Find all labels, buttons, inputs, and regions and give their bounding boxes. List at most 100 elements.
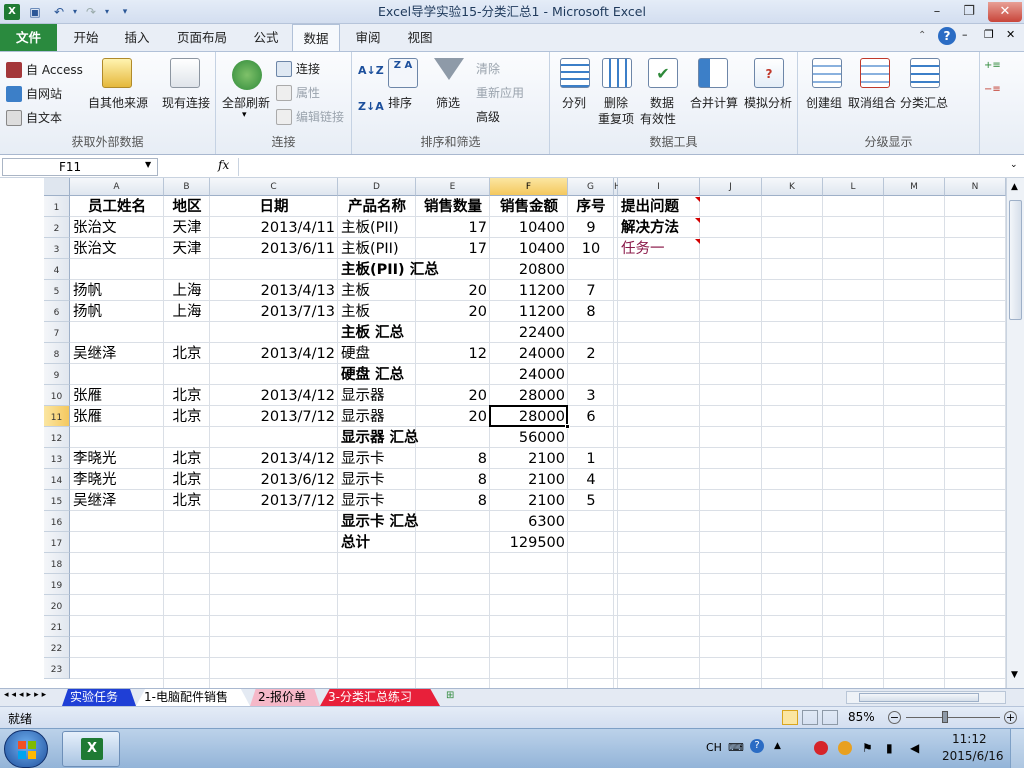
name-box[interactable]: F11 [2, 158, 158, 176]
cell-D6[interactable]: 主板 [338, 301, 416, 322]
group-button[interactable]: 创建组 [806, 94, 842, 111]
sheet-tab-sales[interactable]: 1-电脑配件销售 [136, 689, 250, 706]
cell-E6[interactable]: 20 [416, 301, 490, 322]
cell-E10[interactable]: 20 [416, 385, 490, 406]
cell-F10[interactable]: 28000 [490, 385, 568, 406]
tab-formulas[interactable]: 公式 [242, 24, 290, 51]
row-header-16[interactable]: 16 [44, 511, 70, 532]
start-button[interactable] [4, 730, 48, 768]
cell-I1[interactable]: 提出问题 [618, 196, 700, 217]
sort-asc-icon[interactable]: A↓Z [358, 64, 384, 77]
vertical-scrollbar[interactable]: ▼ ▲ [1006, 178, 1024, 688]
cell-I2[interactable]: 解决方法 [618, 217, 700, 238]
cell-B10[interactable]: 北京 [164, 385, 210, 406]
zoom-slider-thumb[interactable] [942, 711, 948, 723]
cell-E5[interactable]: 20 [416, 280, 490, 301]
cell-G11[interactable]: 6 [568, 406, 614, 427]
cell-B15[interactable]: 北京 [164, 490, 210, 511]
taskbar-excel-button[interactable]: X [62, 731, 120, 767]
cell-F14[interactable]: 2100 [490, 469, 568, 490]
column-header-E[interactable]: E [416, 178, 490, 196]
cell-F13[interactable]: 2100 [490, 448, 568, 469]
select-all-corner[interactable] [44, 178, 70, 196]
cell-D15[interactable]: 显示卡 [338, 490, 416, 511]
row-header-7[interactable]: 7 [44, 322, 70, 343]
workbook-restore-icon[interactable]: ❐ [984, 28, 994, 41]
properties-button[interactable]: 属性 [296, 84, 320, 101]
cell-F5[interactable]: 11200 [490, 280, 568, 301]
cell-D1[interactable]: 产品名称 [338, 196, 416, 217]
remove-duplicates-button-line2[interactable]: 重复项 [598, 110, 634, 127]
row-header-19[interactable]: 19 [44, 574, 70, 595]
row-header-14[interactable]: 14 [44, 469, 70, 490]
zoom-slider[interactable] [906, 717, 1000, 718]
sort-button[interactable]: 排序 [388, 94, 412, 111]
cell-D7[interactable]: 主板 汇总 [338, 322, 416, 343]
row-header-9[interactable]: 9 [44, 364, 70, 385]
cell-E13[interactable]: 8 [416, 448, 490, 469]
keyboard-icon[interactable]: ⌨ [728, 741, 744, 754]
tray-expand-icon[interactable]: ▲ [774, 741, 781, 751]
cell-D13[interactable]: 显示卡 [338, 448, 416, 469]
row-header-1[interactable]: 1 [44, 196, 70, 217]
show-detail-icon[interactable]: +≡ [984, 60, 1001, 71]
volume-icon[interactable]: ◀ [910, 741, 919, 755]
cell-E14[interactable]: 8 [416, 469, 490, 490]
sort-desc-icon[interactable]: Z↓A [358, 100, 384, 113]
cell-A15[interactable]: 吴继泽 [70, 490, 164, 511]
cell-B14[interactable]: 北京 [164, 469, 210, 490]
what-if-analysis-button[interactable]: 模拟分析 [744, 94, 792, 111]
worksheet-grid[interactable]: ABCDEFGHIJKLMN 1234567891011121314151617… [0, 178, 1024, 688]
scroll-up-icon[interactable]: ▲ [1011, 182, 1018, 192]
row-header-8[interactable]: 8 [44, 343, 70, 364]
cell-A14[interactable]: 李晓光 [70, 469, 164, 490]
input-language[interactable]: CH [706, 741, 722, 754]
comment-indicator[interactable] [695, 239, 700, 244]
workbook-close-icon[interactable]: ✕ [1006, 28, 1015, 41]
cell-B11[interactable]: 北京 [164, 406, 210, 427]
filter-button[interactable]: 筛选 [436, 94, 460, 111]
cell-D12[interactable]: 显示器 汇总 [338, 427, 419, 448]
cell-D3[interactable]: 主板(PII) [338, 238, 416, 259]
cell-C15[interactable]: 2013/7/12 [210, 490, 338, 511]
cell-D11[interactable]: 显示器 [338, 406, 416, 427]
row-header-11[interactable]: 11 [44, 406, 70, 427]
cell-C6[interactable]: 2013/7/13 [210, 301, 338, 322]
subtotal-button[interactable]: 分类汇总 [900, 94, 948, 111]
column-header-C[interactable]: C [210, 178, 338, 196]
cell-F6[interactable]: 11200 [490, 301, 568, 322]
cell-C10[interactable]: 2013/4/12 [210, 385, 338, 406]
cell-F11[interactable]: 28000 [490, 406, 568, 427]
data-validation-button-line1[interactable]: 数据 [650, 94, 674, 111]
tab-insert[interactable]: 插入 [114, 24, 160, 51]
sheet-tab-tasks[interactable]: 实验任务 [62, 689, 136, 706]
column-header-I[interactable]: I [618, 178, 700, 196]
cell-G2[interactable]: 9 [568, 217, 614, 238]
clock-date[interactable]: 2015/6/16 [942, 749, 1004, 763]
cell-D4[interactable]: 主板(PII) 汇总 [338, 259, 439, 280]
cell-B2[interactable]: 天津 [164, 217, 210, 238]
row-header-21[interactable]: 21 [44, 616, 70, 637]
row-header-5[interactable]: 5 [44, 280, 70, 301]
refresh-dropdown-icon[interactable]: ▾ [242, 110, 247, 120]
network-icon[interactable]: ▮ [886, 741, 893, 755]
row-header-23[interactable]: 23 [44, 658, 70, 679]
cell-B5[interactable]: 上海 [164, 280, 210, 301]
row-header-17[interactable]: 17 [44, 532, 70, 553]
cell-A8[interactable]: 吴继泽 [70, 343, 164, 364]
tray-app-icon[interactable] [838, 741, 852, 755]
text-to-columns-button[interactable]: 分列 [562, 94, 586, 111]
page-break-view-icon[interactable] [822, 710, 838, 725]
column-header-L[interactable]: L [823, 178, 884, 196]
cell-E15[interactable]: 8 [416, 490, 490, 511]
column-header-M[interactable]: M [884, 178, 945, 196]
comment-indicator[interactable] [695, 197, 700, 202]
row-header-10[interactable]: 10 [44, 385, 70, 406]
restore-icon[interactable]: ❐ [956, 2, 982, 22]
hide-detail-icon[interactable]: −≡ [984, 84, 1001, 95]
normal-view-icon[interactable] [782, 710, 798, 725]
remove-duplicates-button-line1[interactable]: 删除 [604, 94, 628, 111]
cell-C5[interactable]: 2013/4/13 [210, 280, 338, 301]
zoom-level[interactable]: 85% [848, 710, 875, 724]
cell-B13[interactable]: 北京 [164, 448, 210, 469]
